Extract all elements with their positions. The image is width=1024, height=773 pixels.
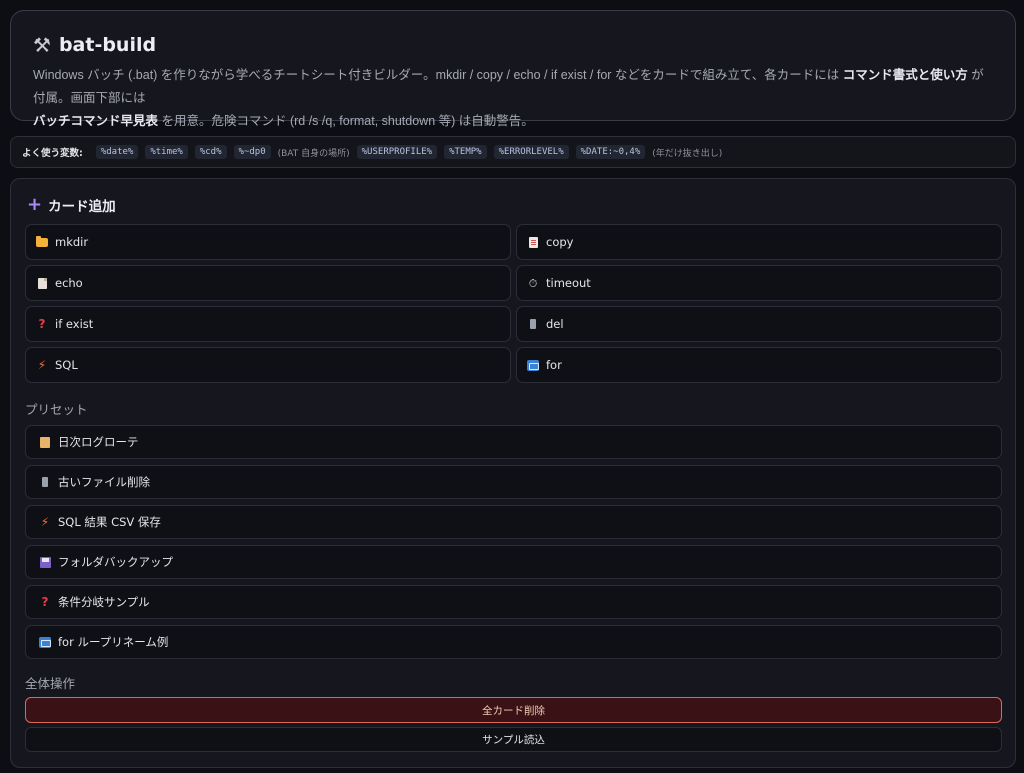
var-chip: %time% [145, 145, 188, 159]
add-card-grid: mkdir copy echo ⏱ timeout ? if exist del… [25, 224, 1002, 383]
var-chip: %USERPROFILE% [356, 145, 438, 159]
card-label: copy [546, 235, 574, 249]
var-chip: %ERRORLEVEL% [493, 145, 569, 159]
preset-delete-old[interactable]: 古いファイル削除 [25, 465, 1002, 499]
bolt-icon: ⚡ [40, 515, 50, 529]
clear-all-cards-button[interactable]: 全カード削除 [25, 697, 1002, 723]
card-label: SQL [55, 358, 78, 372]
tools-icon: ⚒ [33, 33, 51, 57]
add-card-for[interactable]: for [516, 347, 1002, 383]
card-label: mkdir [55, 235, 89, 249]
global-ops: 全カード削除 サンプル読込 [25, 697, 1002, 752]
card-label: if exist [55, 317, 94, 331]
folder-icon [35, 235, 49, 247]
preset-label: フォルダバックアップ [58, 555, 173, 569]
desc-text-3: を用意。危険コマンド (rd /s /q, format, shutdown 等… [158, 114, 534, 128]
preset-label: for ループリネーム例 [58, 635, 169, 649]
timer-icon: ⏱ [528, 276, 538, 290]
add-card-title: カード追加 [48, 199, 116, 215]
preset-label: 古いファイル削除 [58, 475, 150, 489]
preset-label: 日次ログローテ [58, 435, 139, 449]
app-description: Windows バッチ (.bat) を作りながら学べるチートシート付きビルダー… [33, 64, 993, 133]
question-icon: ? [38, 317, 46, 331]
card-label: echo [55, 276, 83, 290]
trash-icon [38, 477, 52, 487]
preset-log-rotate[interactable]: 日次ログローテ [25, 425, 1002, 459]
variables-label: よく使う変数: [22, 148, 83, 159]
add-card-copy[interactable]: copy [516, 224, 1002, 260]
preset-list: 日次ログローテ 古いファイル削除 ⚡ SQL 結果 CSV 保存 フォルダバック… [25, 425, 1002, 659]
desc-bold-1: コマンド書式と使い方 [842, 68, 968, 82]
add-card-heading: + カード追加 [27, 194, 116, 216]
app-header: ⚒ bat-build Windows バッチ (.bat) を作りながら学べる… [10, 10, 1016, 128]
desc-bold-2: バッチコマンド早見表 [33, 114, 159, 128]
add-card-del[interactable]: del [516, 306, 1002, 342]
preset-folder-backup[interactable]: フォルダバックアップ [25, 545, 1002, 579]
add-card-echo[interactable]: echo [25, 265, 511, 301]
loop-icon [526, 359, 540, 371]
card-label: timeout [546, 276, 591, 290]
trash-icon [526, 319, 540, 329]
add-card-timeout[interactable]: ⏱ timeout [516, 265, 1002, 301]
page-title: bat-build [58, 34, 157, 56]
preset-conditional[interactable]: ? 条件分岐サンプル [25, 585, 1002, 619]
global-ops-heading: 全体操作 [25, 676, 76, 691]
floppy-icon [38, 556, 52, 568]
desc-text-1: Windows バッチ (.bat) を作りながら学べるチートシート付きビルダー… [33, 68, 843, 82]
presets-heading: プリセット [25, 402, 88, 417]
add-card-mkdir[interactable]: mkdir [25, 224, 511, 260]
var-chip: %DATE:~0,4% [575, 145, 646, 159]
load-sample-button[interactable]: サンプル読込 [25, 727, 1002, 752]
preset-sql-csv[interactable]: ⚡ SQL 結果 CSV 保存 [25, 505, 1002, 539]
var-chip: %date% [95, 145, 139, 159]
var-note: (BAT 自身の場所) [277, 148, 350, 159]
plus-icon: + [27, 194, 43, 215]
var-chip: %cd% [194, 145, 227, 159]
preset-label: SQL 結果 CSV 保存 [58, 515, 161, 529]
add-card-if-exist[interactable]: ? if exist [25, 306, 511, 342]
card-label: for [546, 358, 562, 372]
var-chip: %~dp0 [233, 145, 271, 159]
question-icon: ? [41, 595, 49, 609]
title-row: ⚒ bat-build [33, 31, 993, 59]
card-label: del [546, 317, 564, 331]
scroll-icon [38, 436, 52, 448]
preset-label: 条件分岐サンプル [58, 595, 150, 609]
var-chip: %TEMP% [444, 145, 487, 159]
preset-for-rename[interactable]: for ループリネーム例 [25, 625, 1002, 659]
common-variables-bar: よく使う変数: %date% %time% %cd% %~dp0 (BAT 自身… [10, 136, 1016, 168]
var-note: (年だけ抜き出し) [652, 148, 723, 159]
clipboard-icon [526, 236, 540, 248]
add-card-sql[interactable]: ⚡ SQL [25, 347, 511, 383]
bolt-icon: ⚡ [37, 358, 47, 372]
page-icon [35, 277, 49, 289]
loop-icon [38, 636, 52, 648]
builder-panel: + カード追加 mkdir copy echo ⏱ timeout ? if e… [10, 178, 1016, 768]
